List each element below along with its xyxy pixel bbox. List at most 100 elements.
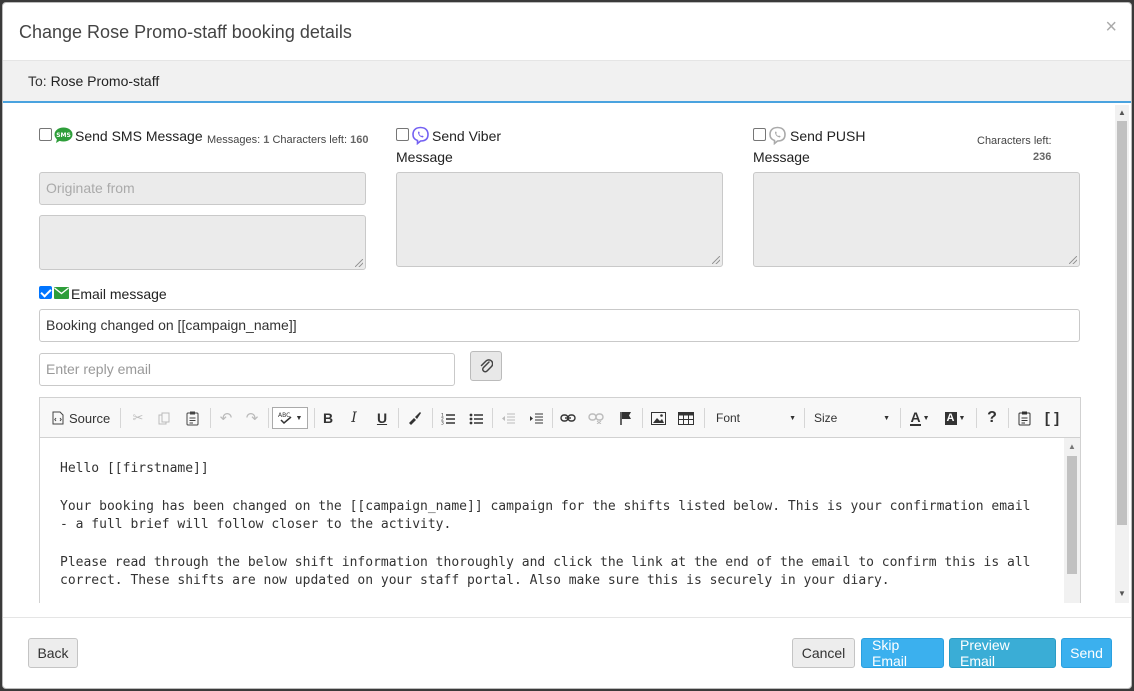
close-icon[interactable]: ×: [1105, 17, 1117, 37]
email-subject-input[interactable]: Booking changed on [[campaign_name]]: [39, 309, 1080, 342]
attach-button[interactable]: [470, 351, 502, 381]
viber-checkbox[interactable]: [396, 128, 409, 141]
toolbar-divider: [268, 408, 269, 428]
email-label: Email message: [71, 286, 167, 302]
toolbar-divider: [900, 408, 901, 428]
placeholder-brackets-icon[interactable]: [ ]: [1042, 407, 1062, 429]
unlink-icon[interactable]: [586, 407, 606, 429]
sms-checkbox[interactable]: [39, 128, 52, 141]
modal-footer: Back Cancel Skip Email Preview Email Sen…: [3, 617, 1131, 688]
cancel-button[interactable]: Cancel: [792, 638, 855, 668]
modal-body: SMS Send SMS Message Messages: 1 Charact…: [3, 105, 1115, 603]
redo-icon[interactable]: ↷: [242, 407, 262, 429]
source-button[interactable]: Source: [52, 407, 114, 429]
link-icon[interactable]: [558, 407, 578, 429]
indent-icon[interactable]: [526, 407, 546, 429]
text-color-button[interactable]: A ▼: [906, 407, 934, 429]
background-color-button[interactable]: A ▼: [940, 407, 970, 429]
bullet-list-icon[interactable]: [466, 407, 486, 429]
push-message-textarea[interactable]: [753, 172, 1080, 267]
bold-icon[interactable]: B: [318, 407, 338, 429]
image-icon[interactable]: [648, 407, 668, 429]
sms-messages-label: Messages:: [207, 134, 261, 146]
outdent-icon[interactable]: [498, 407, 518, 429]
back-button[interactable]: Back: [28, 638, 78, 668]
modal-scroll-thumb[interactable]: [1117, 121, 1127, 525]
toolbar-divider: [492, 408, 493, 428]
table-icon[interactable]: [676, 407, 696, 429]
chevron-down-icon: ▼: [958, 414, 966, 422]
underline-icon[interactable]: U: [372, 407, 392, 429]
scroll-down-icon[interactable]: ▼: [1118, 589, 1126, 598]
originate-from-input[interactable]: Originate from: [39, 172, 366, 205]
italic-icon[interactable]: I: [344, 407, 364, 429]
editor-scroll-thumb[interactable]: [1067, 456, 1077, 574]
sms-chars-left: 160: [350, 134, 369, 146]
push-chars-left: 236: [1033, 151, 1051, 163]
push-label-line2: Message: [753, 149, 810, 165]
background-color-icon: A: [944, 411, 957, 425]
booking-modal: Change Rose Promo-staff booking details …: [2, 2, 1132, 689]
source-icon: [52, 411, 64, 425]
chevron-down-icon: ▼: [883, 414, 890, 422]
toolbar-divider: [804, 408, 805, 428]
chevron-down-icon: ▼: [295, 414, 303, 422]
text-color-icon: A: [910, 409, 921, 426]
modal-scrollbar[interactable]: ▲ ▼: [1115, 105, 1129, 603]
sms-message-textarea[interactable]: [39, 215, 366, 270]
numbered-list-icon[interactable]: 123: [438, 407, 458, 429]
editor-paragraph: Hello [[firstname]]: [60, 461, 209, 476]
recipient-name: Rose Promo-staff: [50, 73, 160, 89]
recipient-bar: To: Rose Promo-staff: [3, 61, 1131, 103]
push-icon: [769, 126, 786, 145]
send-button[interactable]: Send: [1061, 638, 1112, 668]
font-select-label: Font: [716, 411, 741, 425]
editor-paragraph: Your booking has been changed on the [[c…: [60, 499, 1031, 532]
editor-toolbar: Source ✂ ↶ ↷ ABC ▼ B I U 1 2 3 Font ▼ Si…: [40, 398, 1080, 438]
cut-icon[interactable]: ✂: [128, 407, 148, 429]
size-select[interactable]: Size ▼: [810, 407, 894, 429]
sms-counter: Messages: 1 Characters left: 160: [207, 134, 368, 146]
spellcheck-button[interactable]: ABC ▼: [272, 407, 308, 429]
toolbar-divider: [432, 408, 433, 428]
modal-header: Change Rose Promo-staff booking details …: [3, 3, 1131, 61]
size-select-label: Size: [814, 411, 838, 425]
svg-text:SMS: SMS: [56, 132, 71, 139]
scroll-up-icon[interactable]: ▲: [1068, 442, 1076, 451]
reply-email-input[interactable]: Enter reply email: [39, 353, 455, 386]
help-icon[interactable]: ?: [982, 407, 1002, 429]
toolbar-divider: [398, 408, 399, 428]
preview-email-button[interactable]: Preview Email: [949, 637, 1056, 669]
font-select[interactable]: Font ▼: [712, 407, 800, 429]
spellcheck-icon: ABC: [278, 412, 292, 425]
sms-chars-label: Characters left:: [272, 134, 348, 146]
toolbar-divider: [314, 408, 315, 428]
viber-message-textarea[interactable]: [396, 172, 723, 267]
sms-icon: SMS: [54, 127, 73, 143]
chevron-down-icon: ▼: [922, 414, 930, 422]
chevron-down-icon: ▼: [789, 414, 796, 422]
scroll-up-icon[interactable]: ▲: [1118, 108, 1126, 117]
remove-format-icon[interactable]: [404, 407, 424, 429]
resize-grip-icon[interactable]: [712, 256, 720, 264]
paste-text-icon[interactable]: [1014, 407, 1034, 429]
envelope-icon: [54, 287, 69, 299]
editor-scrollbar[interactable]: ▲: [1064, 438, 1080, 603]
push-chars-label: Characters left:: [977, 135, 1052, 147]
originate-from-placeholder: Originate from: [46, 180, 135, 196]
copy-icon[interactable]: [154, 407, 174, 429]
editor-content[interactable]: Hello [[firstname]] Your booking has bee…: [40, 438, 1066, 603]
undo-icon[interactable]: ↶: [216, 407, 236, 429]
email-checkbox[interactable]: [39, 286, 52, 299]
anchor-flag-icon[interactable]: [616, 407, 636, 429]
resize-grip-icon[interactable]: [355, 259, 363, 267]
skip-email-button[interactable]: Skip Email: [861, 637, 944, 669]
reply-email-placeholder: Enter reply email: [46, 361, 152, 377]
resize-grip-icon[interactable]: [1069, 256, 1077, 264]
editor-paragraph: Please read through the below shift info…: [60, 555, 1031, 588]
paperclip-icon: [480, 359, 493, 373]
rich-text-editor: Source ✂ ↶ ↷ ABC ▼ B I U 1 2 3 Font ▼ Si…: [39, 397, 1081, 603]
paste-icon[interactable]: [182, 407, 202, 429]
push-label: Send PUSH: [790, 128, 866, 144]
push-checkbox[interactable]: [753, 128, 766, 141]
